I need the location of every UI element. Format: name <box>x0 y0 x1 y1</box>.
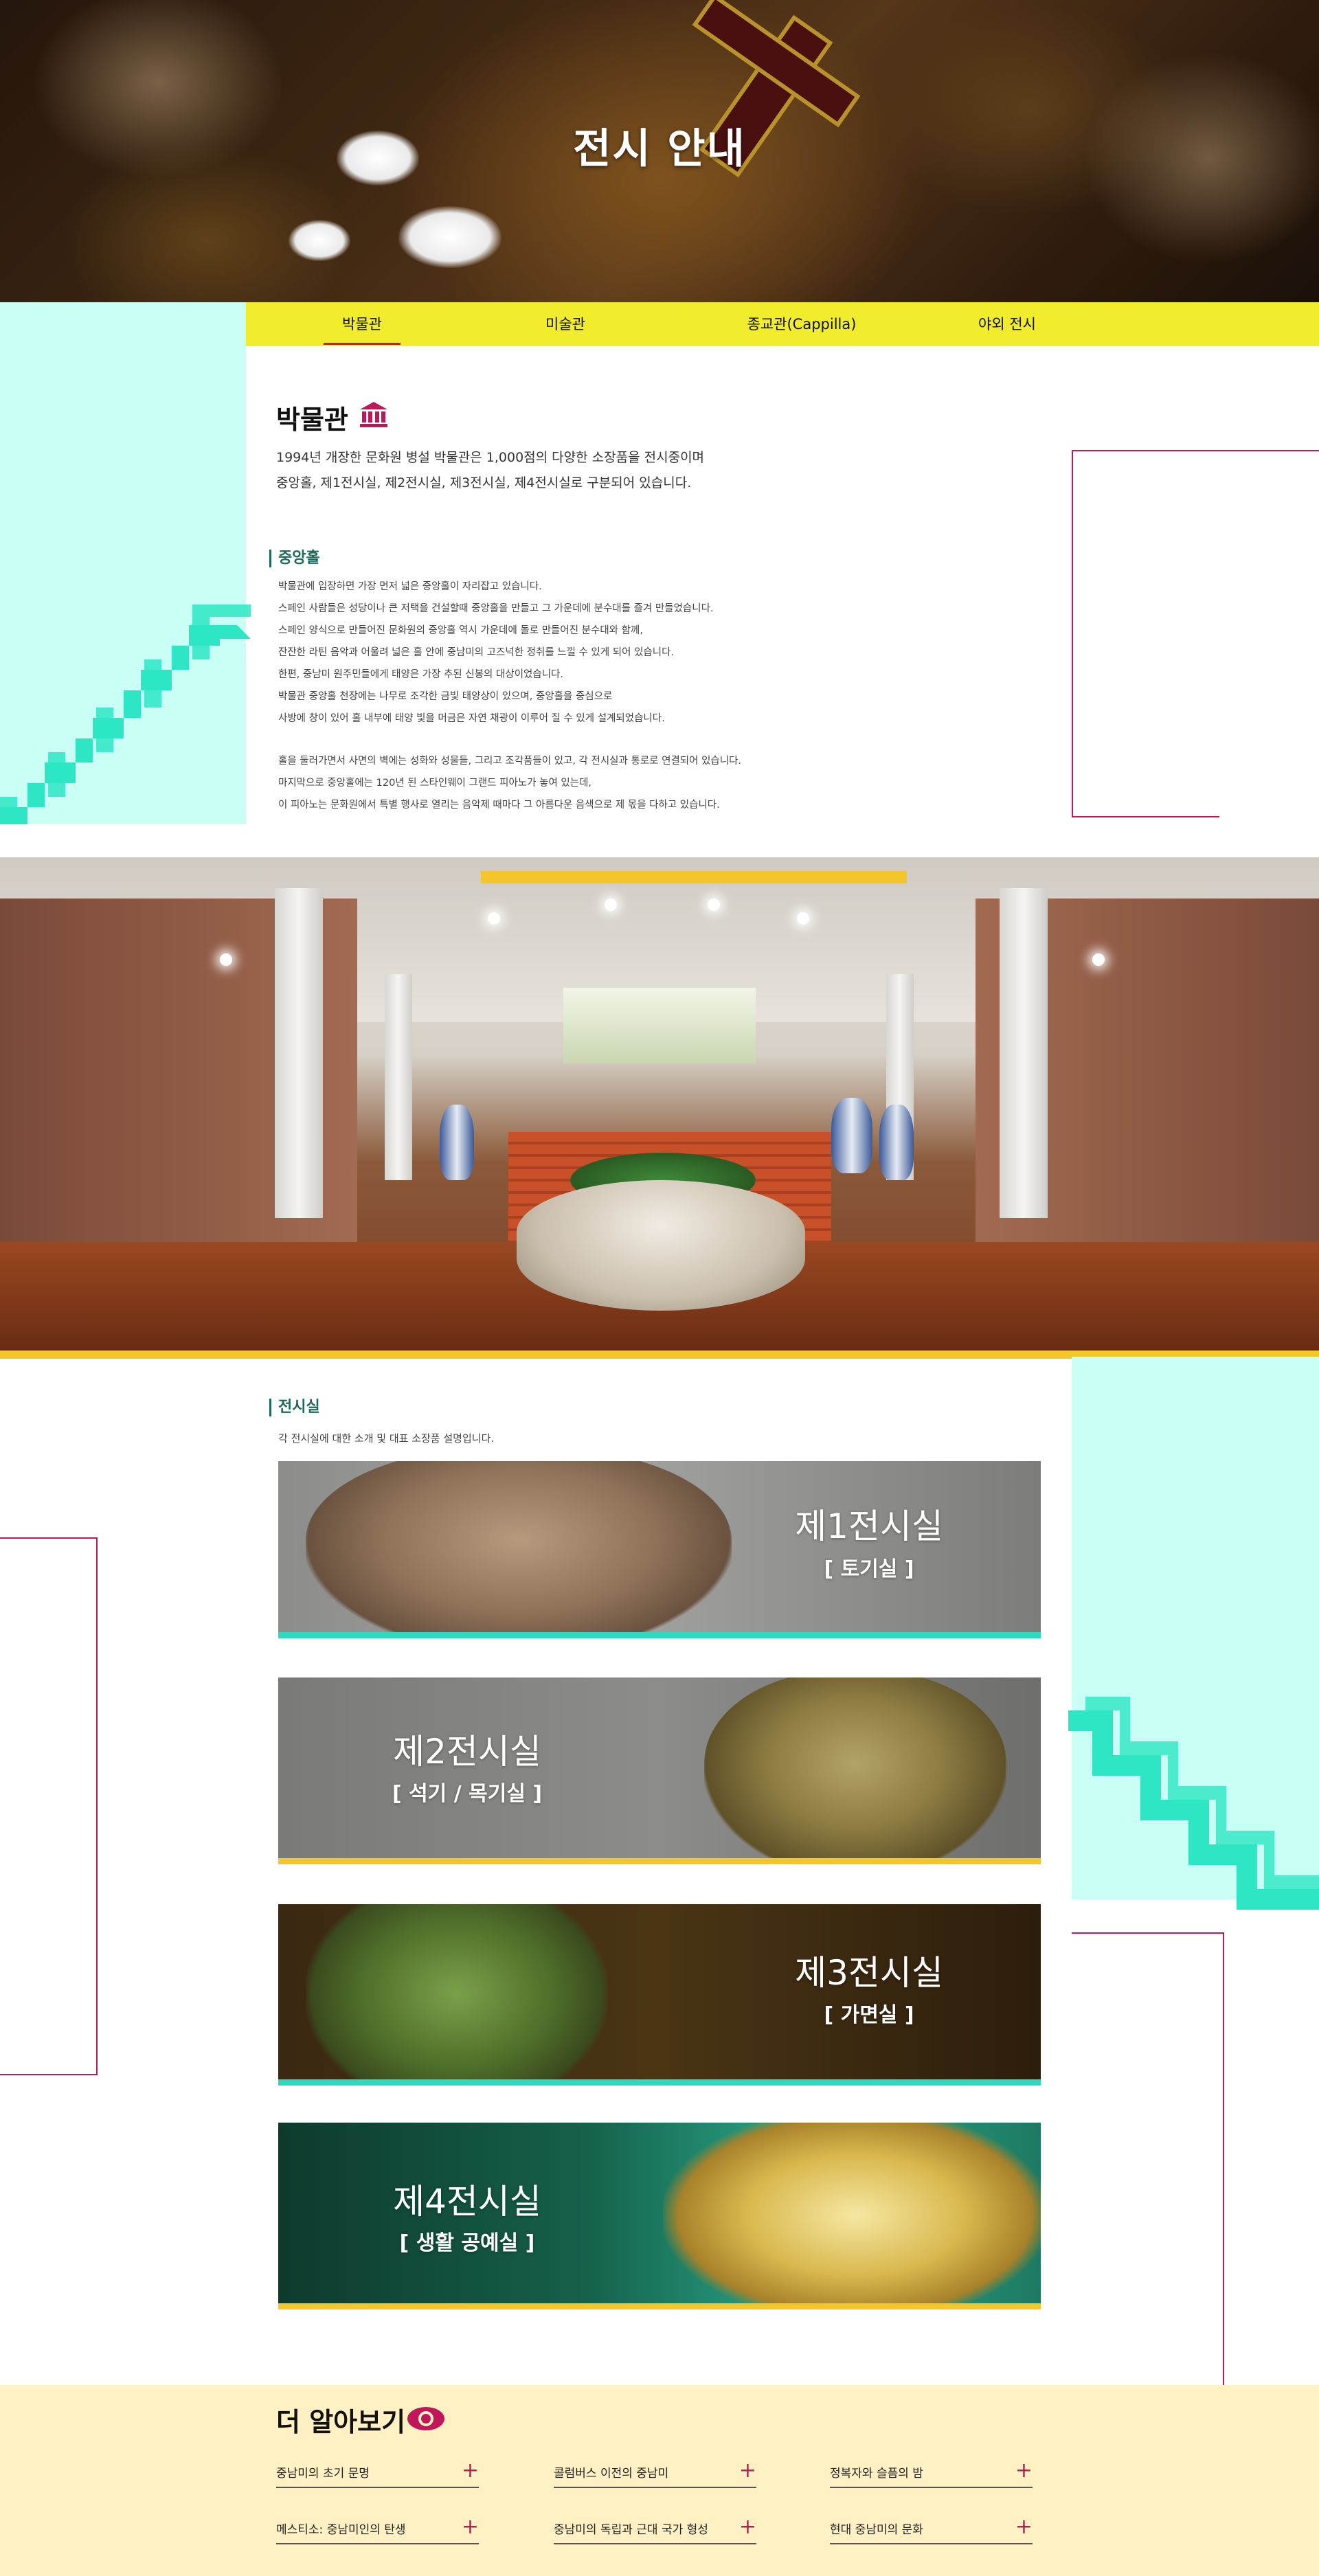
decor-line-right-top-bottom <box>1072 816 1219 817</box>
stairs-decoration-left <box>0 605 251 824</box>
tab-religious-hall[interactable]: 종교관(Cappilla) <box>719 302 884 346</box>
rooms-description: 각 전시실에 대한 소개 및 대표 소장품 설명입니다. <box>278 1432 495 1445</box>
exhibition-room-1-tag: [ 토기실 ] <box>824 1557 914 1581</box>
rooms-heading: 전시실 <box>269 1399 320 1416</box>
eye-icon <box>407 2407 444 2430</box>
central-hall-photo <box>0 857 1319 1351</box>
hero-lily-flower <box>398 206 501 268</box>
learn-link-conquistadors[interactable]: 정복자와 슬픔의 밤 + <box>830 2459 1033 2488</box>
central-hall-text-line: 잔잔한 라틴 음악과 어울려 넓은 홀 안에 중남미의 고즈넉한 정취를 느낄 … <box>278 647 675 658</box>
plus-icon: + <box>739 2515 756 2539</box>
hero-banner: 전시 안내 <box>0 0 1319 302</box>
exhibition-room-3-tag: [ 가면실 ] <box>824 2003 914 2027</box>
central-hall-text-line: 박물관 중앙홀 천장에는 나무로 조각한 금빛 태양상이 있으며, 중앙홀을 중… <box>278 691 613 702</box>
museum-intro-line: 1994년 개장한 문화원 병설 박물관은 1,000점의 다양한 소장품을 전… <box>276 450 705 465</box>
learn-link-label: 중남미의 초기 문명 <box>276 2467 370 2481</box>
plus-icon: + <box>1015 2515 1033 2539</box>
central-hall-text-line: 스페인 양식으로 만들어진 문화원의 중앙홀 역시 가운데에 돌로 만들어진 분… <box>278 625 643 636</box>
tab-outdoor-exhibition[interactable]: 야외 전시 <box>945 302 1069 346</box>
central-hall-text-line: 사방에 창이 있어 홀 내부에 태양 빛을 머금은 자연 채광이 이루어 질 수… <box>278 713 665 724</box>
decor-line-right-bottom <box>1072 1932 1224 2406</box>
learn-link-pre-columbian[interactable]: 콜럼버스 이전의 중남미 + <box>554 2459 756 2488</box>
exhibition-room-2-name: 제2전시실 <box>393 1732 541 1772</box>
learn-link-label: 중남미의 독립과 근대 국가 형성 <box>554 2523 708 2537</box>
learn-link-mestizo[interactable]: 메스티소: 중남미인의 탄생 + <box>276 2515 479 2544</box>
exhibition-room-4-bar <box>278 2303 1041 2309</box>
plus-icon: + <box>1015 2459 1033 2483</box>
exhibition-room-2-bar <box>278 1858 1041 1864</box>
plus-icon: + <box>461 2459 479 2483</box>
central-hall-text-line: 마지막으로 중앙홀에는 120년 된 스타인웨이 그랜드 피아노가 놓여 있는데… <box>278 778 592 789</box>
central-hall-text-line: 박물관에 입장하면 가장 먼저 넓은 중앙홀이 자리잡고 있습니다. <box>278 581 542 592</box>
decor-line-right-top <box>1072 450 1319 817</box>
learn-link-label: 정복자와 슬픔의 밤 <box>830 2467 923 2481</box>
tab-art-gallery[interactable]: 미술관 <box>504 302 627 346</box>
stairs-decoration-right <box>1068 1697 1319 1910</box>
learn-link-label: 콜럼버스 이전의 중남미 <box>554 2467 669 2481</box>
plus-icon: + <box>739 2459 756 2483</box>
exhibition-room-2-card[interactable]: 제2전시실 [ 석기 / 목기실 ] <box>278 1677 1041 1864</box>
museum-title: 박물관 <box>276 405 348 435</box>
mask-artwork <box>306 1904 608 2086</box>
exhibition-room-4-tag: [ 생활 공예실 ] <box>399 2231 535 2255</box>
learn-more-title: 더 알아보기 <box>276 2407 406 2437</box>
exhibition-room-4-name: 제4전시실 <box>393 2182 541 2222</box>
exhibition-room-3-name: 제3전시실 <box>795 1953 943 1993</box>
exhibition-room-4-card[interactable]: 제4전시실 [ 생활 공예실 ] <box>278 2123 1041 2309</box>
learn-link-label: 메스티소: 중남미인의 탄생 <box>276 2523 406 2537</box>
tab-museum[interactable]: 박물관 <box>300 302 424 346</box>
exhibition-room-2-tag: [ 석기 / 목기실 ] <box>392 1782 543 1806</box>
learn-link-label: 현대 중남미의 문화 <box>830 2523 923 2537</box>
central-hall-text-line: 스페인 사람들은 성당이나 큰 저택을 건설할때 중앙홀을 만들고 그 가운데에… <box>278 603 714 614</box>
silverware-artwork <box>663 2123 1041 2309</box>
central-hall-text-line: 한편, 중남미 원주민들에게 태양은 가장 추된 신봉의 대상이었습니다. <box>278 669 563 680</box>
central-hall-text-line: 홀을 둘러가면서 사면의 벽에는 성화와 성물들, 그리고 조각품들이 있고, … <box>278 756 742 767</box>
museum-building-icon <box>360 402 387 427</box>
museum-intro-line: 중앙홀, 제1전시실, 제2전시실, 제3전시실, 제4전시실로 구분되어 있습… <box>276 475 692 490</box>
learn-link-modern-culture[interactable]: 현대 중남미의 문화 + <box>830 2515 1033 2544</box>
clay-figure-artwork <box>306 1461 732 1638</box>
learn-link-independence[interactable]: 중남미의 독립과 근대 국가 형성 + <box>554 2515 756 2544</box>
central-hall-heading: 중앙홀 <box>269 550 320 567</box>
learn-link-early-civilization[interactable]: 중남미의 초기 문명 + <box>276 2459 479 2488</box>
exhibition-room-3-card[interactable]: 제3전시실 [ 가면실 ] <box>278 1904 1041 2086</box>
exhibition-room-1-card[interactable]: 제1전시실 [ 토기실 ] <box>278 1461 1041 1638</box>
exhibition-room-1-name: 제1전시실 <box>795 1506 943 1546</box>
hero-lily-flower <box>289 220 350 261</box>
exhibition-room-1-bar <box>278 1632 1041 1638</box>
decor-line-left-middle <box>0 1537 98 2075</box>
plus-icon: + <box>461 2515 479 2539</box>
page-title: 전시 안내 <box>573 125 746 173</box>
stone-figure-artwork <box>704 1677 1006 1864</box>
central-hall-text-line: 이 피아노는 문화원에서 특별 행사로 열리는 음악제 때마다 그 아름다운 음… <box>278 800 720 811</box>
exhibition-room-3-bar <box>278 2079 1041 2086</box>
